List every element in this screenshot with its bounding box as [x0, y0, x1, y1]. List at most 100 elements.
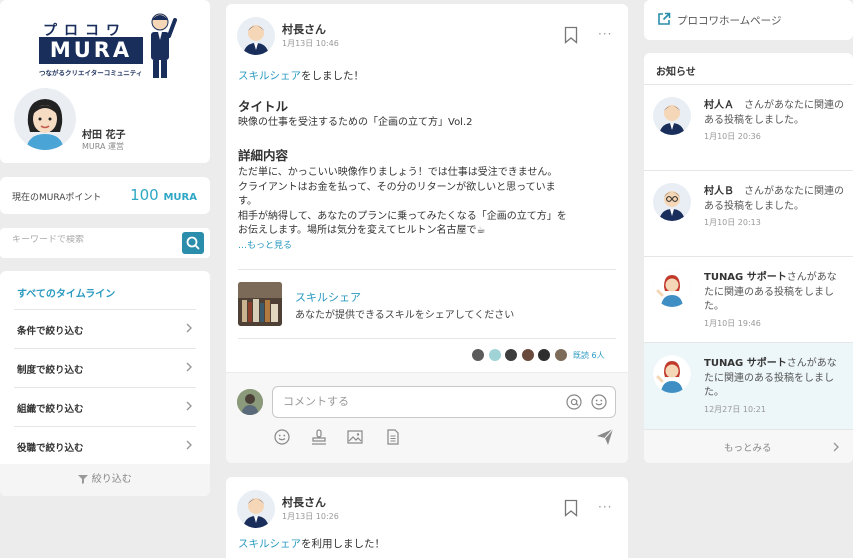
more-options-icon[interactable]: ···	[598, 27, 612, 41]
notifications-title: お知らせ	[656, 67, 696, 78]
support-staff-avatar-icon	[653, 269, 691, 307]
homepage-link[interactable]: プロコワホームページ	[677, 13, 781, 28]
notification-item[interactable]: 村人Ａ さんがあなたに関連のある投稿をしました。 1月10日 20:36	[644, 84, 853, 170]
share-card-title[interactable]: スキルシェア	[295, 289, 361, 305]
notification-item[interactable]: TUNAG サポートさんがあなたに関連のある投稿をしました。 12月27日 10…	[644, 342, 853, 429]
reader-avatar	[487, 348, 502, 362]
mention-icon[interactable]	[566, 394, 582, 410]
divider	[238, 338, 616, 339]
notification-date: 1月10日 19:46	[704, 318, 761, 328]
post-body-line: ただ単に、かっこいい映像作りましょう！では仕事は受注できません。	[238, 167, 558, 178]
notifier-avatar	[653, 355, 691, 393]
all-timeline-link[interactable]: すべてのタイムライン	[17, 285, 115, 300]
notification-item[interactable]: TUNAG サポートさんがあなたに関連のある投稿をしました。 1月10日 19:…	[644, 256, 853, 342]
read-more-link[interactable]: …もっと見る	[238, 239, 618, 254]
skill-share-link[interactable]: スキルシェア	[238, 538, 301, 550]
emoji-icon[interactable]	[591, 394, 607, 410]
filter-label: 役職で絞り込む	[17, 443, 84, 454]
woman-avatar-icon	[14, 88, 76, 150]
read-by-avatars[interactable]: 既読 6人	[471, 348, 605, 364]
post-body-line: 相手が納得して、あなたのプランに乗ってみたくなる「企画の立て方」を	[238, 210, 567, 222]
commenter-avatar	[237, 389, 263, 415]
stamp-icon[interactable]	[310, 428, 328, 446]
file-icon[interactable]	[384, 428, 402, 446]
notification-date: 12月27日 10:21	[704, 404, 766, 414]
notification-item[interactable]: 村人Ｂ さんがあなたに関連のある投稿をしました。 1月10日 20:13	[644, 170, 853, 256]
filter-by-condition[interactable]: 条件で絞り込む	[14, 309, 196, 347]
mura-logo[interactable]: プロコワ MURA つながるクリエイターコミュニティ	[39, 20, 143, 77]
search-input[interactable]	[12, 235, 172, 245]
points-number: 100	[130, 186, 159, 204]
bookmark-icon[interactable]	[564, 499, 578, 517]
smile-icon[interactable]	[273, 428, 291, 446]
profile-name[interactable]: 村田 花子	[82, 126, 125, 141]
search-button[interactable]	[182, 232, 204, 254]
filter-apply-label: 絞り込む	[91, 474, 132, 485]
filter-label: 制度で絞り込む	[17, 365, 84, 376]
image-icon[interactable]	[346, 428, 364, 446]
read-count[interactable]: 既読 6人	[573, 350, 605, 361]
filter-by-position[interactable]: 役職で絞り込む	[14, 426, 196, 464]
chevron-right-icon	[186, 323, 192, 333]
post-author-avatar[interactable]	[237, 490, 275, 528]
notification-text: 村人Ａ さんがあなたに関連のある投稿をしました。 1月10日 20:36	[704, 99, 844, 145]
comment-input[interactable]	[283, 395, 553, 408]
timeline-post: 村長さん 1月13日 10:26 ··· スキルシェアを利用しました！	[226, 477, 628, 558]
profile-card: プロコワ MURA つながるクリエイターコミュニティ 村田 花子 MURA 運営	[0, 0, 210, 163]
notifier-avatar	[653, 269, 691, 307]
points-unit: MURA	[163, 192, 197, 203]
mascot-figure-icon	[151, 13, 177, 78]
filter-by-organization[interactable]: 組織で絞り込む	[14, 387, 196, 425]
homepage-link-card[interactable]: プロコワホームページ	[644, 0, 853, 40]
post-body-line: お伝えします。場所は気分を変えてヒルトン名古屋で☕	[238, 225, 486, 236]
divider	[238, 269, 616, 270]
notification-text: TUNAG サポートさんがあなたに関連のある投稿をしました。 12月27日 10…	[704, 357, 844, 417]
comment-area	[226, 372, 628, 463]
chevron-right-icon	[186, 362, 192, 372]
post-body: ただ単に、かっこいい映像作りましょう！では仕事は受注できません。 クライアントは…	[238, 166, 618, 253]
chevron-right-icon	[186, 401, 192, 411]
notifier-avatar	[653, 97, 691, 135]
share-card-description: あなたが提供できるスキルをシェアしてください	[295, 310, 515, 321]
post-author-avatar[interactable]	[237, 17, 275, 55]
support-staff-avatar-icon	[653, 355, 691, 393]
notifier-name: TUNAG サポート	[704, 272, 787, 283]
filter-by-system[interactable]: 制度で絞り込む	[14, 348, 196, 386]
title-label: タイトル	[238, 99, 289, 114]
comment-box	[272, 386, 616, 418]
post-body-line: す。	[238, 196, 257, 207]
post-body-line: クライアントはお金を払って、その分のリターンが欲しいと思っていま	[238, 181, 556, 193]
filter-apply-button[interactable]: 絞り込む	[0, 464, 210, 496]
external-link-icon	[658, 12, 671, 25]
user-avatar[interactable]	[14, 88, 76, 150]
books-image-icon	[238, 282, 282, 326]
notifications-panel: お知らせ 村人Ａ さんがあなたに関連のある投稿をしました。 1月10日 20:3…	[644, 53, 853, 463]
filter-label: 組織で絞り込む	[17, 404, 84, 415]
notifications-more-button[interactable]: もっとみる	[644, 429, 853, 463]
notification-text: 村人Ｂ さんがあなたに関連のある投稿をしました。 1月10日 20:13	[704, 185, 844, 231]
search-box	[0, 228, 210, 258]
chevron-right-icon	[186, 440, 192, 450]
skill-share-thumbnail[interactable]	[238, 282, 282, 326]
more-options-icon[interactable]: ···	[598, 500, 612, 514]
post-date: 1月13日 10:46	[282, 39, 339, 48]
search-icon	[186, 236, 200, 250]
post-action-line: スキルシェアをしました！	[238, 68, 364, 83]
photo-avatar-icon	[237, 389, 263, 415]
filter-label: 条件で絞り込む	[17, 326, 84, 337]
skill-share-link[interactable]: スキルシェア	[238, 70, 301, 82]
post-action-line: スキルシェアを利用しました！	[238, 536, 385, 551]
notification-text: TUNAG サポートさんがあなたに関連のある投稿をしました。 1月10日 19:…	[704, 271, 844, 331]
send-icon[interactable]	[596, 428, 614, 446]
points-value: 100 MURA	[130, 186, 197, 204]
funnel-icon	[78, 475, 89, 484]
man-avatar-icon	[237, 490, 275, 528]
post-author-name[interactable]: 村長さん	[282, 494, 326, 510]
post-author-name[interactable]: 村長さん	[282, 21, 326, 37]
notification-date: 1月10日 20:13	[704, 218, 761, 227]
post-title-text: 映像の仕事を受注するための「企画の立て方」Vol.2	[238, 117, 473, 128]
notifier-name: 村人Ａ	[704, 100, 734, 111]
logo-subtitle: つながるクリエイターコミュニティ	[39, 69, 143, 77]
bookmark-icon[interactable]	[564, 26, 578, 44]
post-date: 1月13日 10:26	[282, 512, 339, 521]
